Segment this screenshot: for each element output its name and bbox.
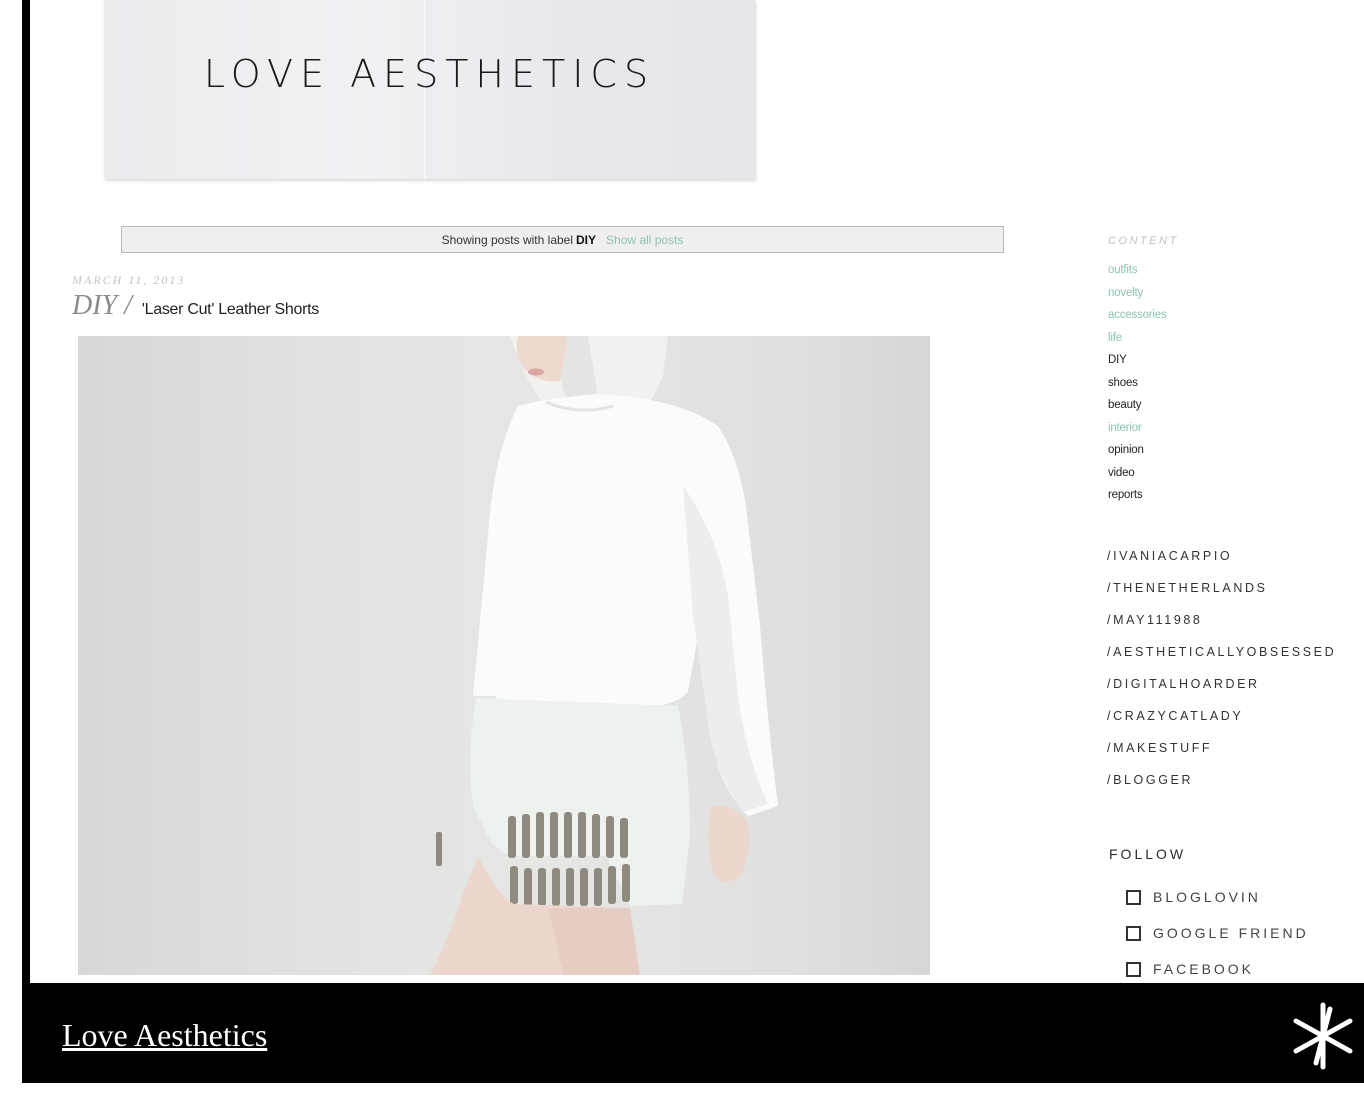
profile-link-may111988[interactable]: /MAY111988	[1107, 610, 1336, 642]
category-link-outfits[interactable]: outfits	[1108, 262, 1167, 285]
blog-title: LOVE AESTHETICS	[203, 52, 656, 96]
profile-link-aestheticallyobsessed[interactable]: /AESTHETICALLYOBSESSED	[1107, 642, 1336, 674]
category-link-shoes[interactable]: shoes	[1108, 375, 1167, 398]
category-link-interior[interactable]: interior	[1108, 420, 1167, 443]
follow-label-google-friend: GOOGLE FRIEND	[1153, 925, 1309, 941]
category-link-novelty[interactable]: novelty	[1108, 285, 1167, 308]
follow-link-google-friend[interactable]: GOOGLE FRIEND	[1126, 915, 1309, 951]
profile-link-blogger[interactable]: /BLOGGER	[1107, 770, 1336, 802]
post-image-illustration	[430, 336, 778, 975]
header-banner[interactable]: LOVE AESTHETICS	[104, 0, 755, 179]
follow-label-bloglovin: BLOGLOVIN	[1153, 889, 1261, 905]
category-link-reports[interactable]: reports	[1108, 487, 1167, 510]
category-link-beauty[interactable]: beauty	[1108, 397, 1167, 420]
footer-home-link[interactable]: Love Aesthetics	[62, 1017, 267, 1054]
category-link-video[interactable]: video	[1108, 465, 1167, 488]
category-link-accessories[interactable]: accessories	[1108, 307, 1167, 330]
left-border	[22, 0, 30, 1083]
follow-label-facebook: FACEBOOK	[1153, 961, 1255, 977]
profile-link-thenetherlands[interactable]: /THENETHERLANDS	[1107, 578, 1336, 610]
profile-link-digitalhoarder[interactable]: /DIGITALHOARDER	[1107, 674, 1336, 706]
checkbox-icon	[1126, 925, 1141, 941]
category-list: outfits novelty accessories life DIY sho…	[1108, 262, 1167, 510]
follow-link-bloglovin[interactable]: BLOGLOVIN	[1126, 879, 1309, 915]
profile-link-list: /IVANIACARPIO /THENETHERLANDS /MAY111988…	[1107, 546, 1336, 802]
label-filter-bar: Showing posts with label DIY Show all po…	[121, 226, 1004, 253]
follow-heading: FOLLOW	[1109, 846, 1187, 862]
checkbox-icon	[1126, 961, 1141, 977]
star-icon[interactable]	[1284, 999, 1362, 1073]
category-link-life[interactable]: life	[1108, 330, 1167, 353]
page: LOVE AESTHETICS Showing posts with label…	[0, 0, 1364, 1093]
label-filter-value: DIY	[576, 232, 597, 247]
profile-link-ivaniacarpio[interactable]: /IVANIACARPIO	[1107, 546, 1336, 578]
post-image[interactable]	[78, 336, 930, 975]
checkbox-icon	[1126, 889, 1141, 905]
category-link-opinion[interactable]: opinion	[1108, 442, 1167, 465]
post-title-label: DIY /	[72, 290, 132, 321]
post-title-text[interactable]: 'Laser Cut' Leather Shorts	[142, 301, 319, 319]
profile-link-crazycatlady[interactable]: /CRAZYCATLADY	[1107, 706, 1336, 738]
content-heading: CONTENT	[1108, 235, 1179, 247]
label-filter-prefix: Showing posts with label	[441, 232, 574, 247]
post-date: MARCH 11, 2013	[72, 273, 186, 287]
follow-list: BLOGLOVIN GOOGLE FRIEND FACEBOOK	[1126, 879, 1309, 987]
follow-link-facebook[interactable]: FACEBOOK	[1126, 951, 1309, 987]
category-link-diy[interactable]: DIY	[1108, 352, 1167, 375]
footer-bar: Love Aesthetics	[22, 983, 1364, 1083]
profile-link-makestuff[interactable]: /MAKESTUFF	[1107, 738, 1336, 770]
show-all-posts-link[interactable]: Show all posts	[606, 233, 683, 247]
post-title[interactable]: DIY / 'Laser Cut' Leather Shorts	[72, 290, 319, 322]
